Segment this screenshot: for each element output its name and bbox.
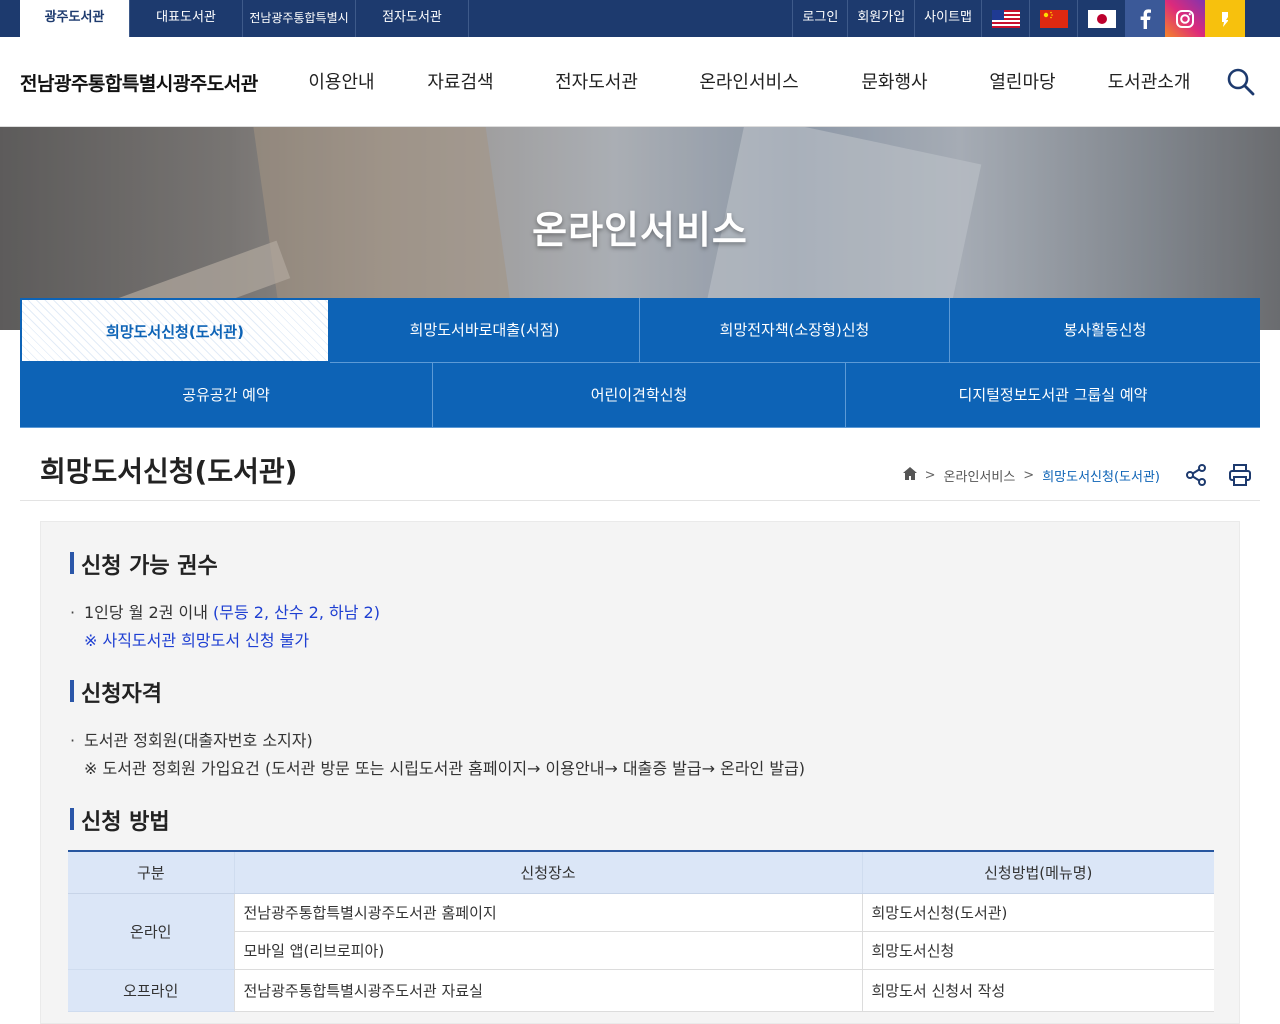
section-title-method: 신청 방법 — [70, 804, 170, 836]
tab-wish-book-library[interactable]: 희망도서신청(도서관) — [20, 298, 330, 363]
table-row: 오프라인 전남광주통합특별시광주도서관 자료실 희망도서 신청서 작성 — [68, 969, 1214, 1012]
facebook-icon[interactable] — [1125, 0, 1165, 37]
tab-volunteer[interactable]: 봉사활동신청 — [950, 298, 1260, 363]
china-flag-icon[interactable] — [1029, 0, 1077, 37]
eligibility-line: · 도서관 정회원(대출자번호 소지자) — [70, 731, 313, 750]
us-flag-icon[interactable] — [981, 0, 1029, 37]
nav-open-forum[interactable]: 열린마당 — [956, 37, 1089, 127]
tab-digital-group-room[interactable]: 디지털정보도서관 그룹실 예약 — [846, 363, 1260, 428]
instagram-icon[interactable] — [1165, 0, 1205, 37]
sub-menu-tabs: 희망도서신청(도서관) 희망도서바로대출(서점) 희망전자책(소장형)신청 봉사… — [20, 298, 1260, 428]
tab-children-tour[interactable]: 어린이견학신청 — [433, 363, 846, 428]
kakao-story-icon[interactable] — [1205, 0, 1245, 37]
site-tab-integrated[interactable]: 전남광주통합특별시 — [243, 0, 356, 37]
nav-library-intro[interactable]: 도서관소개 — [1089, 37, 1209, 127]
method-table: 구분 신청장소 신청방법(메뉴명) 온라인 전남광주통합특별시광주도서관 홈페이… — [68, 850, 1214, 1012]
tab-shared-space[interactable]: 공유공간 예약 — [20, 363, 433, 428]
table-cell: 전남광주통합특별시광주도서관 자료실 — [233, 969, 862, 1012]
top-utility-bar: 광주도서관 대표도서관 전남광주통합특별시 점자도서관 로그인 회원가입 사이트… — [0, 0, 1280, 37]
table-row: 모바일 앱(리브로피아) 희망도서신청 — [68, 931, 1214, 970]
nav-usage-guide[interactable]: 이용안내 — [290, 37, 393, 127]
table-cell: 전남광주통합특별시광주도서관 홈페이지 — [233, 893, 862, 932]
breadcrumb-current: 희망도서신청(도서관) — [1042, 470, 1160, 485]
nav-search[interactable]: 자료검색 — [393, 37, 528, 127]
table-cell: 모바일 앱(리브로피아) — [233, 931, 862, 970]
tab-wish-ebook[interactable]: 희망전자책(소장형)신청 — [640, 298, 950, 363]
site-tab-main[interactable]: 대표도서관 — [130, 0, 243, 37]
sitemap-link[interactable]: 사이트맵 — [914, 0, 981, 37]
category-online: 온라인 — [68, 893, 234, 970]
site-logo[interactable]: 전남광주통합특별시광주도서관 — [20, 69, 258, 96]
eligibility-notice: ※ 도서관 정회원 가입요건 (도서관 방문 또는 시립도서관 홈페이지→ 이용… — [84, 759, 806, 778]
section-title-count: 신청 가능 권수 — [70, 548, 218, 580]
section-title-eligibility: 신청자격 — [70, 676, 162, 708]
japan-flag-icon[interactable] — [1077, 0, 1125, 37]
main-navigation: 이용안내 자료검색 전자도서관 온라인서비스 문화행사 열린마당 도서관소개 — [290, 37, 1209, 127]
nav-online-service[interactable]: 온라인서비스 — [665, 37, 833, 127]
tab-wish-book-bookstore[interactable]: 희망도서바로대출(서점) — [330, 298, 640, 363]
count-branches: (무등 2, 산수 2, 하남 2) — [213, 603, 380, 622]
count-line: · 1인당 월 2권 이내 (무등 2, 산수 2, 하남 2) — [70, 603, 380, 622]
nav-e-library[interactable]: 전자도서관 — [528, 37, 665, 127]
home-icon[interactable] — [902, 467, 917, 484]
share-icon[interactable] — [1184, 463, 1208, 487]
content-area: 신청 가능 권수 · 1인당 월 2권 이내 (무등 2, 산수 2, 하남 2)… — [40, 521, 1240, 1024]
site-header: 전남광주통합특별시광주도서관 이용안내 자료검색 전자도서관 온라인서비스 문화… — [0, 37, 1280, 127]
nav-culture-events[interactable]: 문화행사 — [833, 37, 956, 127]
table-cell: 희망도서신청(도서관) — [861, 893, 1214, 932]
hero-title: 온라인서비스 — [532, 208, 748, 252]
print-icon[interactable] — [1228, 463, 1252, 487]
breadcrumb: > 온라인서비스 > 희망도서신청(도서관) — [902, 466, 1160, 485]
page-title: 희망도서신청(도서관) — [40, 455, 298, 488]
table-header: 신청방법(메뉴명) — [861, 850, 1214, 894]
table-cell: 희망도서 신청서 작성 — [861, 969, 1214, 1012]
table-cell: 희망도서신청 — [861, 931, 1214, 970]
site-tabs: 광주도서관 대표도서관 전남광주통합특별시 점자도서관 — [20, 0, 469, 37]
breadcrumb-item[interactable]: 온라인서비스 — [944, 466, 1016, 485]
category-offline: 오프라인 — [68, 969, 234, 1012]
table-row: 온라인 전남광주통합특별시광주도서관 홈페이지 희망도서신청(도서관) — [68, 893, 1214, 970]
search-icon[interactable] — [1226, 67, 1256, 97]
signup-link[interactable]: 회원가입 — [847, 0, 914, 37]
site-tab-braille[interactable]: 점자도서관 — [356, 0, 469, 37]
count-notice: ※ 사직도서관 희망도서 신청 불가 — [84, 631, 310, 650]
login-link[interactable]: 로그인 — [792, 0, 847, 37]
table-header: 신청장소 — [233, 850, 862, 894]
utility-links: 로그인 회원가입 사이트맵 — [792, 0, 1245, 37]
table-header: 구분 — [68, 850, 234, 894]
site-tab-gwangju[interactable]: 광주도서관 — [20, 0, 130, 37]
